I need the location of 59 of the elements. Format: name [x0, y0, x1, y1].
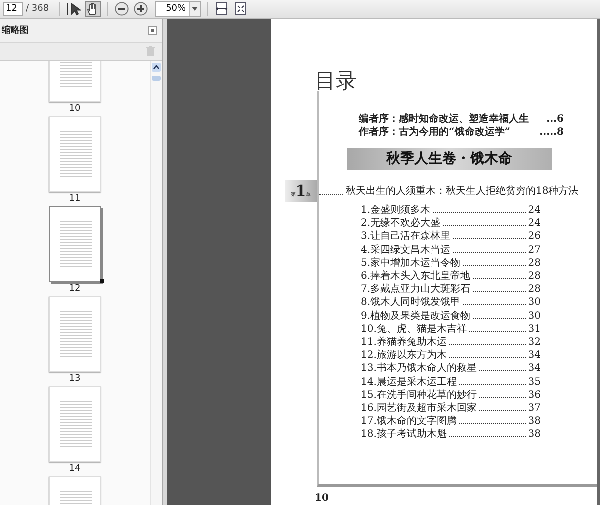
page-count: / 368 [26, 4, 50, 14]
toc-entry: 16.园艺街及超市采木回家 [361, 402, 477, 416]
toc-entry: 5.家中增加木运当令物 [361, 256, 461, 270]
panel-title: 缩略图 [2, 24, 29, 37]
toc-entry: 3.让自己活在森林里 [361, 230, 451, 244]
thumbnail-label: 14 [69, 464, 81, 474]
page-reference: 34 [528, 362, 541, 376]
toc-entry: 6.捧着木头入东北皇帝地 [361, 270, 471, 284]
toc-entry: 8.饿木人同时饿发饿甲 [361, 296, 461, 310]
page-reference: 26 [528, 230, 541, 244]
toc-entry: 9.植物及果类是改运食物 [361, 310, 471, 323]
page-reference: 35 [528, 376, 541, 389]
toc-entry: 4.采四绿文昌木当运 [361, 244, 451, 257]
page-reference: 38 [528, 415, 541, 428]
page-reference: ...6 [546, 113, 564, 126]
page-reference: 28 [528, 256, 541, 270]
page-reference: 37 [528, 402, 541, 416]
chapter-number: 1 [296, 182, 306, 200]
toc-entry: 1.金盛则须多木 [361, 204, 431, 218]
page-thumbnail-item[interactable]: 14 [44, 385, 106, 475]
zoom-field[interactable]: 50% [155, 1, 202, 17]
toc-entry: 12.旅游以东方为木 [361, 349, 447, 362]
page-number: 10 [315, 493, 330, 504]
page-number-field[interactable]: 12 [3, 2, 23, 16]
thumbnail-label: 12 [69, 284, 81, 294]
page-reference: 24 [528, 204, 541, 218]
page-reference: 30 [528, 296, 541, 310]
page-reference: 38 [528, 428, 541, 442]
thumbnail-label: 13 [69, 374, 81, 384]
page-reference: .....8 [540, 126, 564, 139]
section-banner: 秋季人生卷・饿木命 [347, 148, 552, 170]
page-reference: 28 [528, 270, 541, 284]
toc-entry: 2.无缘不欢必大盛 [361, 217, 441, 230]
thumbnail-label: 11 [69, 194, 81, 204]
preface-title: 作者序：古为今用的“饿命改运学” [359, 126, 511, 139]
thumbnail-label: 10 [69, 104, 81, 114]
page-reference: 32 [528, 336, 541, 350]
page-thumbnail-item[interactable]: 12 [44, 205, 106, 295]
page-reference: 27 [528, 244, 541, 257]
toc-entry: 14.晨运是采木运工程 [361, 376, 457, 389]
page-reference: 36 [528, 388, 541, 402]
page-reference: 31 [528, 322, 541, 336]
toc-entry: 11.养猫养兔助木运 [361, 336, 447, 350]
toc-entry: 15.在洗手间种花草的妙行 [361, 388, 477, 402]
toc-entry: 7.多戴点亚力山大斑彩石 [361, 283, 471, 296]
page-thumbnail-item[interactable]: 13 [44, 295, 106, 385]
page-reference: 28 [528, 283, 541, 296]
toc-entry: 18.孩子考试助木魁 [361, 428, 447, 442]
page-thumbnail-item[interactable]: 10 [44, 61, 106, 115]
toc-entry: 13.书本乃饿木命人的救星 [361, 362, 477, 376]
toc-title: 目录 [315, 68, 358, 95]
page-reference: 30 [528, 310, 541, 323]
page-reference: 24 [528, 217, 541, 230]
toc-entry: 17.饿木命的文字图腾 [361, 415, 457, 428]
preface-title: 编者序：感时知命改运、塑造幸福人生 [359, 113, 529, 126]
page-reference: 34 [528, 349, 541, 362]
chapter-title: 秋天出生的人须重木：秋天生人拒绝贫穷的18种方法 [346, 184, 579, 198]
page-thumbnail-item[interactable]: 11 [44, 115, 106, 205]
toc-entry: 10.兔、虎、猫是木吉祥 [361, 322, 467, 336]
